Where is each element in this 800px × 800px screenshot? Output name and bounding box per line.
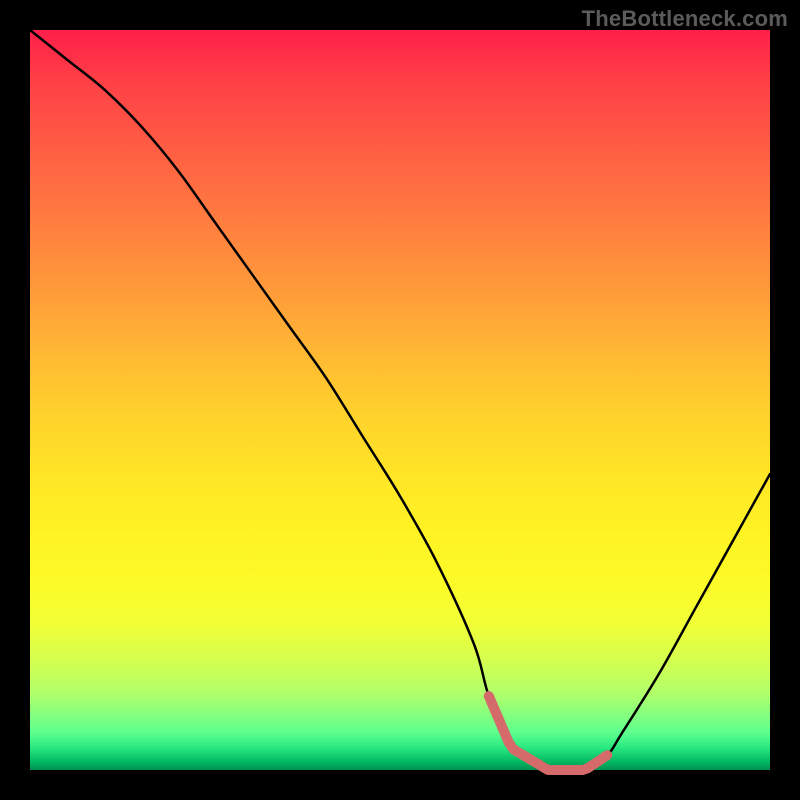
watermark-text: TheBottleneck.com xyxy=(582,6,788,32)
curve-svg xyxy=(30,30,770,770)
chart-frame: TheBottleneck.com xyxy=(0,0,800,800)
plot-area xyxy=(30,30,770,770)
bottleneck-curve xyxy=(30,30,770,772)
optimal-region-marker xyxy=(489,696,607,770)
